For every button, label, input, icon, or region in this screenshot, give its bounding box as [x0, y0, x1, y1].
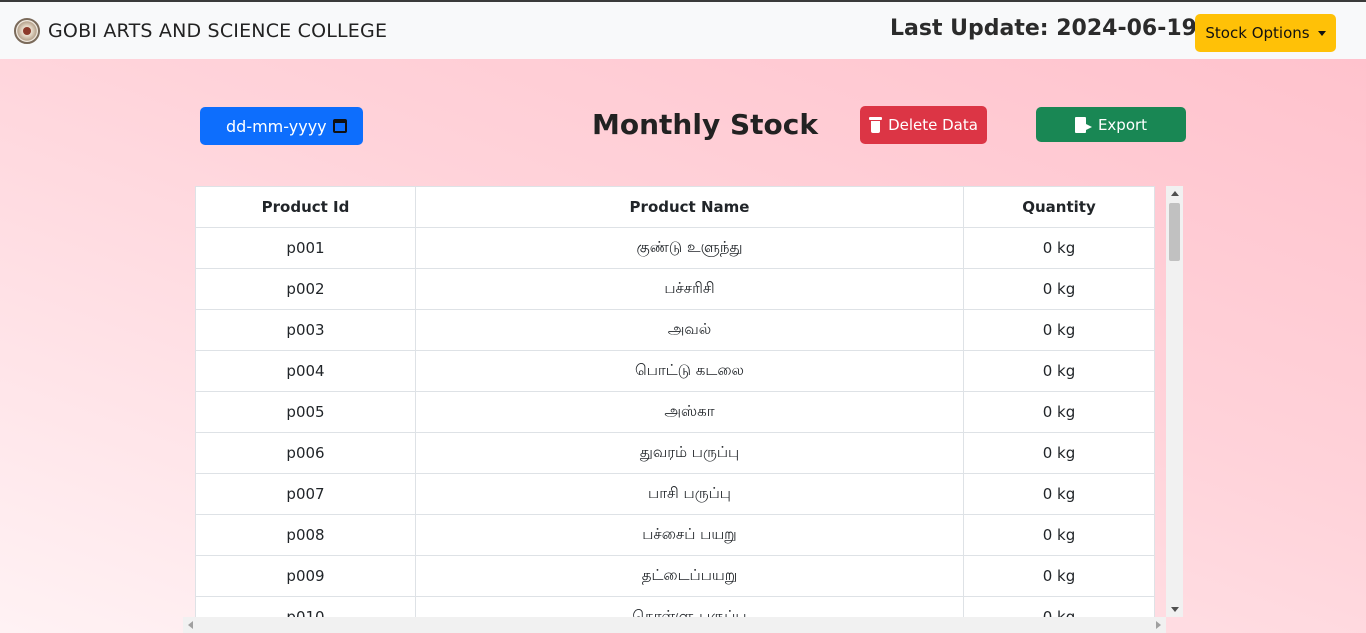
product-id-cell: p007: [195, 473, 416, 515]
export-button[interactable]: Export: [1036, 107, 1186, 142]
quantity-cell: 0 kg: [963, 514, 1155, 556]
date-placeholder: dd-mm-yyyy: [226, 116, 327, 136]
date-input[interactable]: dd-mm-yyyy: [200, 107, 363, 145]
column-header-product-id: Product Id: [195, 186, 416, 228]
table-container: Product Id Product Name Quantity p001 கு…: [183, 186, 1183, 633]
column-header-quantity: Quantity: [963, 186, 1155, 228]
table-row: p008 பச்சைப் பயறு 0 kg: [195, 514, 1155, 556]
product-id-cell: p009: [195, 555, 416, 597]
quantity-cell: 0 kg: [963, 227, 1155, 269]
stock-options-label: Stock Options: [1205, 24, 1310, 42]
vertical-scrollbar[interactable]: [1166, 186, 1183, 617]
product-name-cell: பொட்டு கடலை: [415, 350, 964, 392]
table-row: p006 துவரம் பருப்பு 0 kg: [195, 432, 1155, 474]
table-row: p005 அஸ்கா 0 kg: [195, 391, 1155, 433]
quantity-cell: 0 kg: [963, 309, 1155, 351]
product-id-cell: p004: [195, 350, 416, 392]
brand-text: GOBI ARTS AND SCIENCE COLLEGE: [48, 19, 388, 42]
product-name-cell: துவரம் பருப்பு: [415, 432, 964, 474]
brand[interactable]: GOBI ARTS AND SCIENCE COLLEGE: [14, 17, 388, 44]
page-title: Monthly Stock: [592, 108, 818, 141]
product-name-cell: பாசி பருப்பு: [415, 473, 964, 515]
scroll-right-icon[interactable]: [1156, 621, 1161, 629]
scroll-up-icon[interactable]: [1171, 191, 1179, 196]
calendar-icon[interactable]: [333, 119, 347, 133]
product-id-cell: p001: [195, 227, 416, 269]
trash-icon: [869, 117, 883, 133]
stock-table: Product Id Product Name Quantity p001 கு…: [195, 186, 1155, 633]
caret-down-icon: [1317, 30, 1326, 36]
quantity-cell: 0 kg: [963, 473, 1155, 515]
file-export-icon: [1074, 116, 1092, 133]
product-id-cell: p005: [195, 391, 416, 433]
table-row: p003 அவல் 0 kg: [195, 309, 1155, 351]
product-id-cell: p008: [195, 514, 416, 556]
table-header-row: Product Id Product Name Quantity: [195, 186, 1155, 228]
column-header-product-name: Product Name: [415, 186, 964, 228]
scroll-down-icon[interactable]: [1171, 607, 1179, 612]
product-id-cell: p003: [195, 309, 416, 351]
delete-label: Delete Data: [888, 116, 978, 134]
horizontal-scrollbar[interactable]: [183, 617, 1166, 633]
vertical-scroll-thumb[interactable]: [1169, 203, 1180, 261]
product-name-cell: பச்சரிசி: [415, 268, 964, 310]
product-id-cell: p006: [195, 432, 416, 474]
product-name-cell: பச்சைப் பயறு: [415, 514, 964, 556]
table-row: p009 தட்டைப்பயறு 0 kg: [195, 555, 1155, 597]
product-name-cell: அவல்: [415, 309, 964, 351]
product-name-cell: தட்டைப்பயறு: [415, 555, 964, 597]
table-row: p007 பாசி பருப்பு 0 kg: [195, 473, 1155, 515]
quantity-cell: 0 kg: [963, 391, 1155, 433]
quantity-cell: 0 kg: [963, 432, 1155, 474]
college-logo-icon: [14, 17, 40, 44]
stock-options-button[interactable]: Stock Options: [1195, 14, 1336, 52]
table-row: p002 பச்சரிசி 0 kg: [195, 268, 1155, 310]
product-name-cell: குண்டு உளுந்து: [415, 227, 964, 269]
table-row: p001 குண்டு உளுந்து 0 kg: [195, 227, 1155, 269]
product-name-cell: அஸ்கா: [415, 391, 964, 433]
product-id-cell: p002: [195, 268, 416, 310]
table-row: p004 பொட்டு கடலை 0 kg: [195, 350, 1155, 392]
export-label: Export: [1097, 115, 1148, 134]
quantity-cell: 0 kg: [963, 350, 1155, 392]
navbar: GOBI ARTS AND SCIENCE COLLEGE Last Updat…: [0, 0, 1366, 59]
quantity-cell: 0 kg: [963, 555, 1155, 597]
scroll-left-icon[interactable]: [188, 621, 193, 629]
quantity-cell: 0 kg: [963, 268, 1155, 310]
delete-data-button[interactable]: Delete Data: [860, 106, 987, 144]
last-update-text: Last Update: 2024-06-19: [890, 16, 1197, 41]
